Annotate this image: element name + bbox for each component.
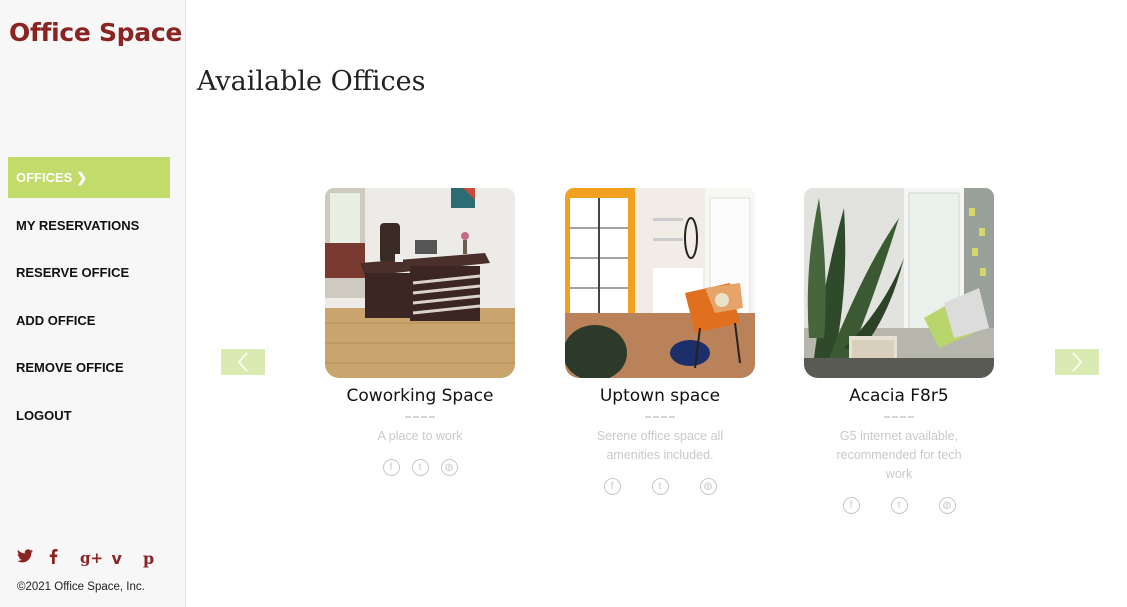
office-name[interactable]: Uptown space <box>565 386 755 406</box>
page-title: Available Offices <box>197 66 426 97</box>
twitter-icon[interactable] <box>17 549 49 568</box>
divider <box>884 416 914 418</box>
office-name[interactable]: Acacia F8r5 <box>804 386 994 406</box>
office-name[interactable]: Coworking Space <box>325 386 515 406</box>
chevron-left-icon <box>237 352 248 372</box>
dribbble-icon[interactable]: ◍ <box>699 478 717 495</box>
twitter-icon[interactable]: t <box>651 478 669 495</box>
facebook-icon[interactable]: f <box>382 459 400 476</box>
facebook-icon[interactable] <box>49 549 81 568</box>
nav-item-remove-office[interactable]: REMOVE OFFICE <box>8 347 170 388</box>
carousel-prev-button[interactable] <box>221 349 265 375</box>
main-nav: OFFICES ❯ MY RESERVATIONS RESERVE OFFICE… <box>8 157 170 442</box>
social-links: g+ v p <box>17 549 175 568</box>
copyright-text: ©2021 Office Space, Inc. <box>17 581 145 593</box>
office-card[interactable]: Uptown space Serene office space all ame… <box>565 188 755 495</box>
brand-logo[interactable]: Office Space <box>9 18 182 47</box>
google-plus-icon[interactable]: g+ <box>80 549 112 568</box>
nav-item-label: OFFICES <box>16 170 73 185</box>
nav-item-add-office[interactable]: ADD OFFICE <box>8 300 170 341</box>
card-social-icons: f t ◍ <box>325 459 515 476</box>
office-description: A place to work <box>377 429 463 443</box>
sidebar: Office Space OFFICES ❯ MY RESERVATIONS R… <box>0 0 186 607</box>
vimeo-icon[interactable]: v <box>112 549 144 568</box>
nav-item-reserve-office[interactable]: RESERVE OFFICE <box>8 252 170 293</box>
office-description: G5 internet available, recommended for t… <box>836 429 962 481</box>
office-photo <box>325 188 515 378</box>
pinterest-icon[interactable]: p <box>143 549 175 568</box>
carousel-next-button[interactable] <box>1055 349 1099 375</box>
office-card[interactable]: Coworking Space A place to work f t ◍ <box>325 188 515 476</box>
divider <box>645 416 675 418</box>
chevron-right-icon <box>1072 352 1083 372</box>
facebook-icon[interactable]: f <box>842 497 860 514</box>
nav-item-label: RESERVE OFFICE <box>16 265 130 280</box>
office-card[interactable]: Acacia F8r5 G5 internet available, recom… <box>804 188 994 514</box>
card-social-icons: f t ◍ <box>804 497 994 514</box>
dribbble-icon[interactable]: ◍ <box>938 497 956 514</box>
nav-item-label: REMOVE OFFICE <box>16 360 124 375</box>
office-photo <box>565 188 755 378</box>
twitter-icon[interactable]: t <box>411 459 429 476</box>
nav-item-offices[interactable]: OFFICES ❯ <box>8 157 170 198</box>
nav-item-logout[interactable]: LOGOUT <box>8 395 170 436</box>
nav-item-my-reservations[interactable]: MY RESERVATIONS <box>8 205 170 246</box>
office-description: Serene office space all amenities includ… <box>596 429 724 462</box>
chevron-right-icon: ❯ <box>76 169 88 185</box>
twitter-icon[interactable]: t <box>890 497 908 514</box>
dribbble-icon[interactable]: ◍ <box>440 459 458 476</box>
card-social-icons: f t ◍ <box>565 478 755 495</box>
divider <box>405 416 435 418</box>
nav-item-label: LOGOUT <box>16 407 72 423</box>
office-photo <box>804 188 994 378</box>
nav-item-label: ADD OFFICE <box>16 312 96 328</box>
facebook-icon[interactable]: f <box>603 478 621 495</box>
nav-item-label: MY RESERVATIONS <box>16 217 140 233</box>
